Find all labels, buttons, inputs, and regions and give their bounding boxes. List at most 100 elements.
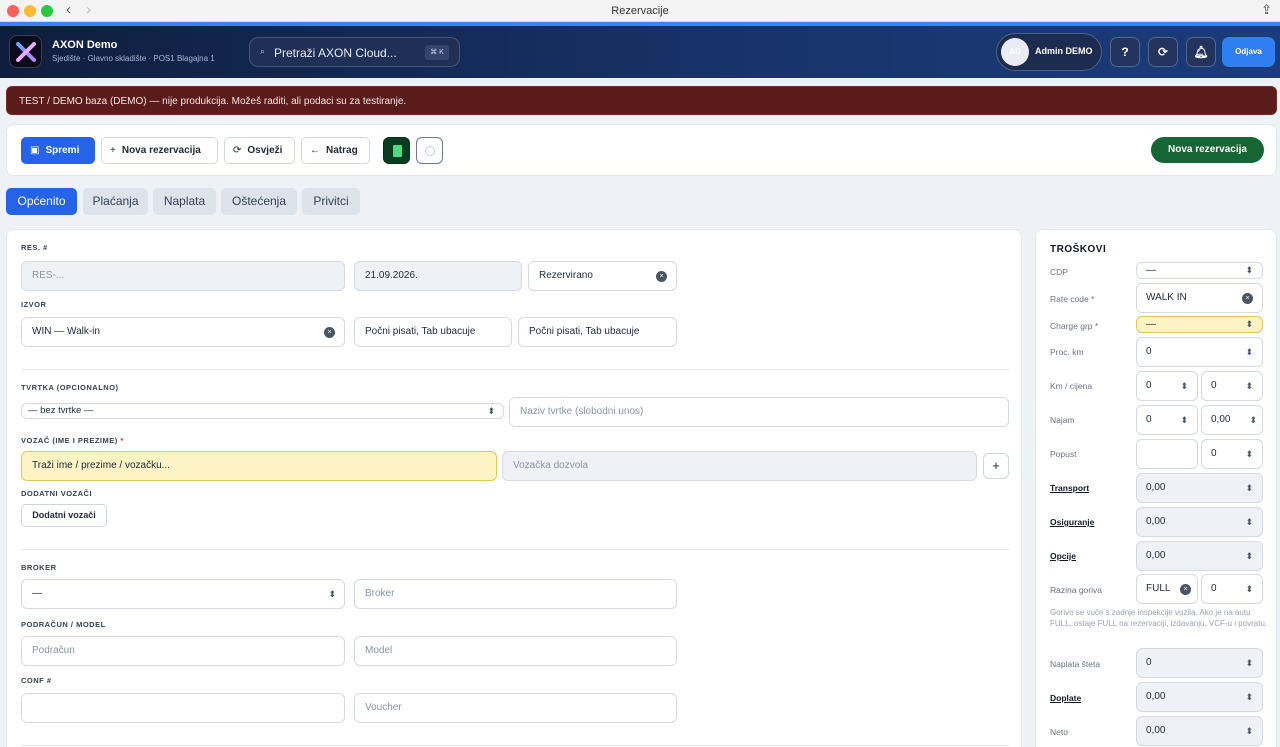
global-search-input[interactable]: ⌕ Pretraži AXON Cloud... ⌘ K (249, 37, 460, 67)
res-number-field[interactable]: RES-... (21, 261, 345, 291)
driver-license-input[interactable]: Vozačka dozvola (502, 451, 977, 481)
cdp-select[interactable]: — ⬍ (1136, 262, 1263, 279)
broker-label: BROKER (21, 563, 57, 572)
damage-charge-input[interactable]: 0 ⬍ (1136, 648, 1263, 678)
source-select[interactable]: WIN — Walk-in × (21, 317, 345, 347)
fuel-level-label: Razina goriva (1050, 585, 1102, 595)
broker-input[interactable]: Broker (354, 579, 677, 609)
km-price-input[interactable]: 0 ⬍ (1201, 371, 1263, 401)
stepper-icon[interactable]: ⬍ (1245, 440, 1253, 468)
source-label: IZVOR (21, 300, 47, 309)
stepper-icon[interactable]: ⬍ (1245, 372, 1253, 400)
sync-button[interactable]: ⟳ (1148, 37, 1178, 67)
source-input-2[interactable]: Počni pisati, Tab ubacuje (518, 317, 677, 347)
tab-general[interactable]: Općenito (6, 188, 77, 215)
surcharges-link[interactable]: Doplate (1050, 693, 1081, 703)
transport-input[interactable]: 0,00 ⬍ (1136, 473, 1263, 503)
discount-input[interactable] (1136, 439, 1198, 469)
add-driver-button[interactable]: + (983, 453, 1009, 479)
stepper-icon[interactable]: ⬍ (1180, 406, 1188, 434)
window-titlebar: ‹ › Rezervacije ⇪ (0, 0, 1280, 22)
rate-code-select[interactable]: WALK IN × (1136, 283, 1263, 313)
insurance-link[interactable]: Osiguranje (1050, 517, 1094, 527)
window-title: Rezervacije (611, 5, 669, 17)
options-link[interactable]: Opcije (1050, 551, 1076, 561)
document-button[interactable] (383, 137, 410, 164)
new-reservation-primary-button[interactable]: Nova rezervacija (1151, 137, 1264, 163)
stepper-icon[interactable]: ⬍ (1245, 542, 1253, 570)
stepper-icon[interactable]: ⬍ (1245, 717, 1253, 745)
refresh-button[interactable]: ⟳ Osvježi (224, 137, 295, 164)
costs-panel: TROŠKOVI CDP — ⬍ Rate code * WALK IN × C… (1035, 229, 1277, 747)
status-select[interactable]: Rezervirano × (528, 261, 677, 291)
rent-days-input[interactable]: 0 ⬍ (1136, 405, 1198, 435)
tab-attachments[interactable]: Privitci (302, 188, 360, 215)
stepper-icon[interactable]: ⬍ (1245, 508, 1253, 536)
discount-percent-input[interactable]: 0 ⬍ (1201, 439, 1263, 469)
clear-icon[interactable]: × (324, 327, 335, 338)
source-input-1[interactable]: Počni pisati, Tab ubacuje (354, 317, 512, 347)
date-field[interactable]: 21.09.2026. (354, 261, 522, 291)
surcharges-input[interactable]: 0,00 ⬍ (1136, 682, 1263, 712)
res-number-label: RES. # (21, 243, 48, 252)
select-arrows-icon: ⬍ (1245, 319, 1253, 329)
stepper-icon[interactable]: ⬍ (1180, 372, 1188, 400)
net-label: Neto (1050, 727, 1068, 737)
stepper-icon[interactable]: ⬍ (1245, 575, 1253, 603)
reservation-form: RES. # RES-... 21.09.2026. Rezervirano ×… (6, 229, 1022, 747)
share-icon[interactable]: ⇪ (1261, 2, 1272, 18)
tab-billing[interactable]: Naplata (153, 188, 216, 215)
conf-input[interactable] (21, 693, 345, 723)
print-button[interactable] (416, 137, 443, 164)
proc-km-input[interactable]: 0 ⬍ (1136, 337, 1263, 367)
options-input[interactable]: 0,00 ⬍ (1136, 541, 1263, 571)
company-name-input[interactable]: Naziv tvrtke (slobodni unos) (509, 397, 1009, 427)
fuel-level-select[interactable]: FULL × (1136, 574, 1198, 604)
company-label: TVRTKA (OPCIONALNO) (21, 383, 119, 392)
help-button[interactable]: ? (1110, 37, 1140, 67)
search-placeholder: Pretraži AXON Cloud... (274, 46, 397, 60)
broker-select[interactable]: — ⬍ (21, 579, 345, 609)
new-reservation-button[interactable]: + Nova rezervacija (101, 137, 218, 164)
proc-km-label: Proc. km (1050, 347, 1084, 357)
account-input[interactable]: Podračun (21, 636, 345, 666)
stepper-icon[interactable]: ⬍ (1245, 474, 1253, 502)
document-icon (393, 145, 402, 157)
tab-damages[interactable]: Oštećenja (221, 188, 297, 215)
clear-icon[interactable]: × (656, 271, 667, 282)
status-value: Rezervirano (539, 270, 593, 281)
model-input[interactable]: Model (354, 636, 677, 666)
voucher-input[interactable]: Voucher (354, 693, 677, 723)
tab-payments[interactable]: Plaćanja (83, 188, 148, 215)
insurance-input[interactable]: 0,00 ⬍ (1136, 507, 1263, 537)
user-menu[interactable]: AD Admin DEMO (996, 33, 1102, 71)
stepper-icon[interactable]: ⬍ (1249, 406, 1257, 434)
charge-grp-select[interactable]: — ⬍ (1136, 316, 1263, 333)
axon-logo-icon[interactable] (9, 35, 42, 68)
fuel-extra-input[interactable]: 0 ⬍ (1201, 574, 1263, 604)
rent-amount-input[interactable]: 0,00 ⬍ (1201, 405, 1263, 435)
company-select[interactable]: — bez tvrtke — ⬍ (21, 403, 504, 419)
driver-search-input[interactable]: Traži ime / prezime / vozačku... (21, 451, 497, 481)
bell-icon: 🔔︎ (1193, 45, 1209, 59)
save-button[interactable]: ▣ Spremi (21, 137, 95, 164)
net-input[interactable]: 0,00 ⬍ (1136, 716, 1263, 746)
rent-label: Najam (1050, 415, 1075, 425)
stepper-icon[interactable]: ⬍ (1245, 649, 1253, 677)
stepper-icon[interactable]: ⬍ (1245, 338, 1253, 366)
back-button[interactable]: ← Natrag (301, 137, 370, 164)
notifications-button[interactable]: 🔔︎ (1186, 37, 1216, 67)
km-input[interactable]: 0 ⬍ (1136, 371, 1198, 401)
clear-icon[interactable]: × (1180, 584, 1191, 595)
search-shortcut: ⌘ K (425, 45, 449, 60)
transport-link[interactable]: Transport (1050, 483, 1089, 493)
select-arrows-icon: ⬍ (1245, 265, 1253, 275)
extra-drivers-button[interactable]: Dodatni vozači (21, 504, 107, 527)
clear-icon[interactable]: × (1242, 293, 1253, 304)
km-price-label: Km / cijena (1050, 381, 1093, 391)
logout-button[interactable]: Odjava (1222, 37, 1275, 67)
printer-icon (425, 146, 435, 156)
brand-name: AXON Demo (52, 39, 118, 51)
select-arrows-icon: ⬍ (487, 406, 495, 416)
stepper-icon[interactable]: ⬍ (1245, 683, 1253, 711)
